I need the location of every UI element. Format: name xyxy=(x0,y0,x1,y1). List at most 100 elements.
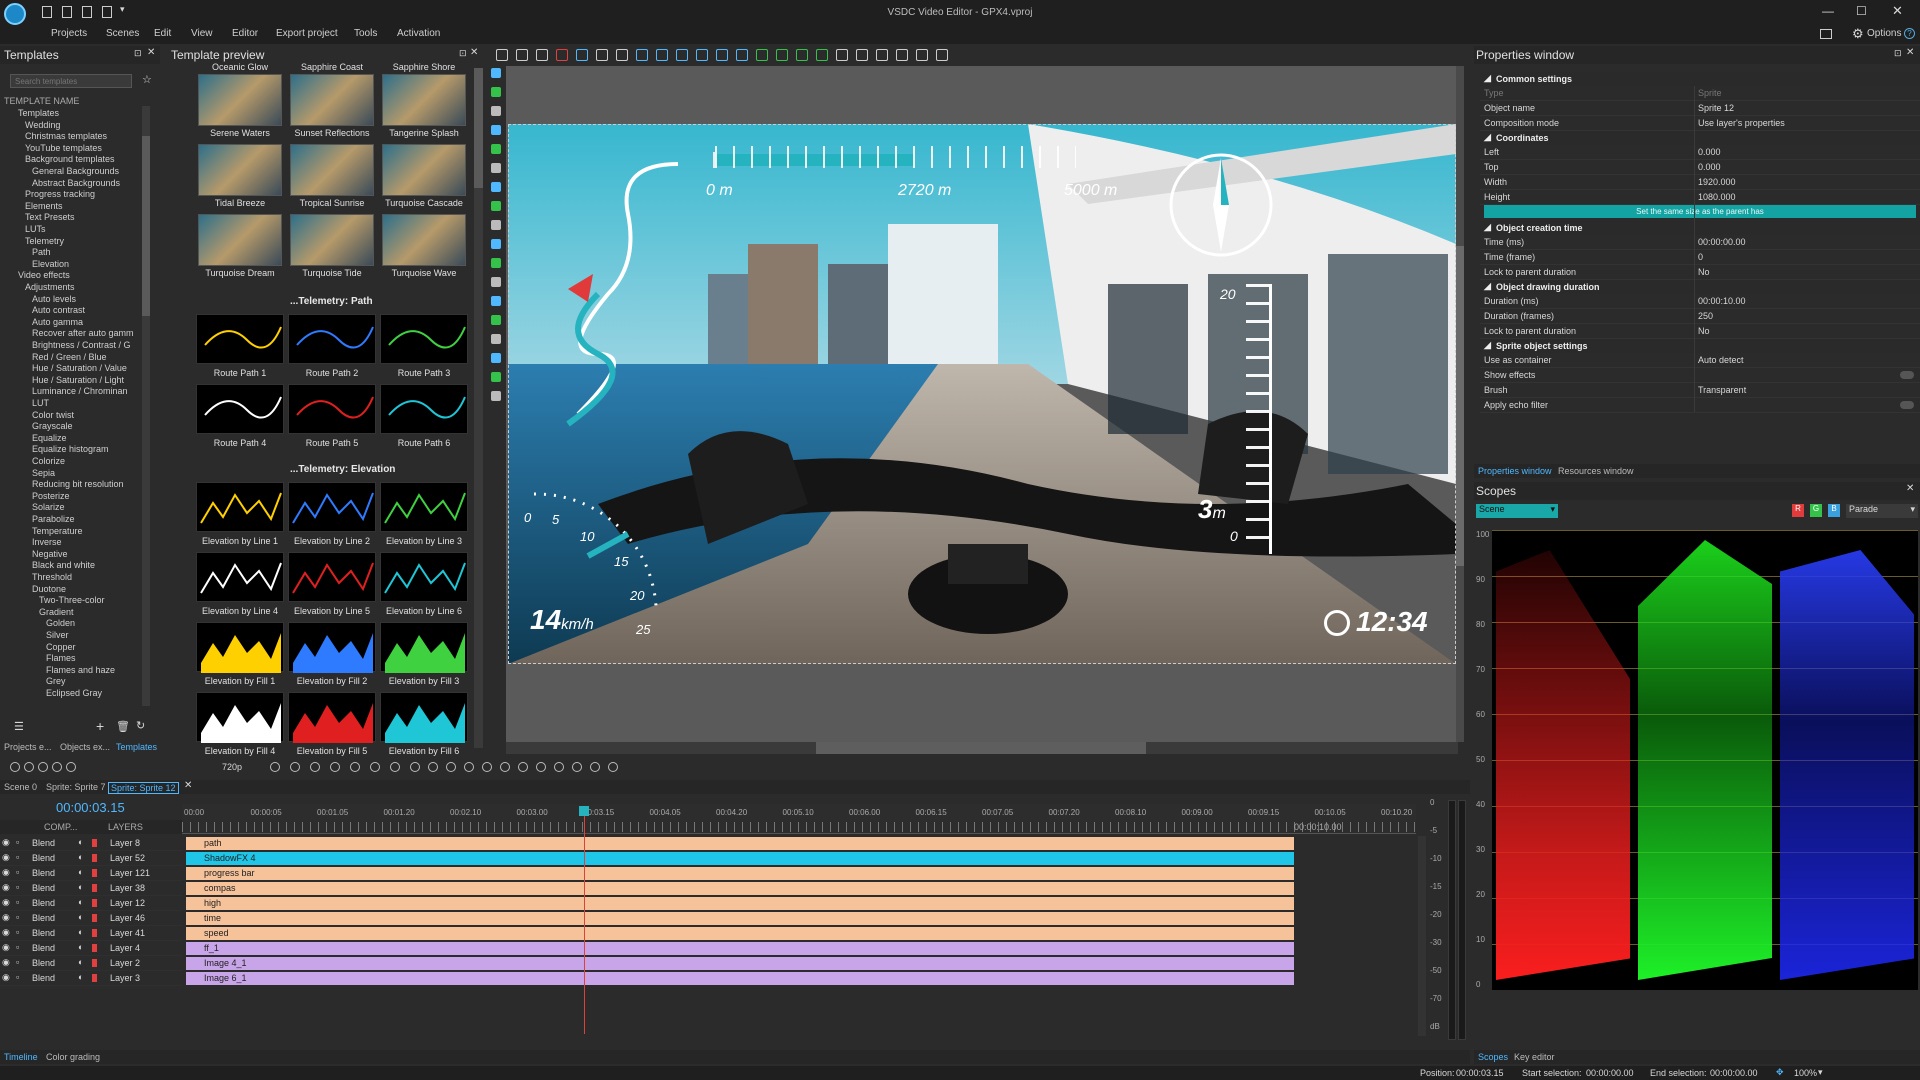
tree-item[interactable]: Recover after auto gamm xyxy=(32,328,134,338)
property-row[interactable]: Type Sprite xyxy=(1480,86,1920,101)
tree-item[interactable]: Progress tracking xyxy=(25,189,95,199)
template-thumbnail[interactable] xyxy=(198,144,282,196)
cut-clip-icon[interactable] xyxy=(536,762,546,772)
crop-icon[interactable] xyxy=(576,49,588,61)
eye-icon[interactable]: ◉ xyxy=(2,852,10,863)
menu-editor[interactable]: Editor xyxy=(232,28,258,39)
polygon-icon[interactable] xyxy=(491,163,501,173)
lock-icon[interactable]: ▫ xyxy=(16,897,19,907)
line-icon[interactable] xyxy=(491,125,501,135)
snapshot-icon[interactable] xyxy=(52,762,62,772)
undo-icon[interactable] xyxy=(596,49,608,61)
timeline-clip[interactable]: Image 4_1 xyxy=(186,957,1294,970)
elevation-thumbnail[interactable] xyxy=(288,622,376,673)
timeline-clip[interactable]: speed xyxy=(186,927,1294,940)
ungroup-icon[interactable] xyxy=(856,49,868,61)
stop-icon[interactable] xyxy=(24,762,34,772)
go-start-icon[interactable] xyxy=(428,762,438,772)
move-up-icon[interactable] xyxy=(756,49,768,61)
timeline-clip[interactable]: compas xyxy=(186,882,1294,895)
property-value[interactable]: Auto detect xyxy=(1698,355,1744,365)
timeline-scroll-v[interactable] xyxy=(1418,836,1426,1036)
lock-icon[interactable]: ▫ xyxy=(16,927,19,937)
tree-item[interactable]: Background templates xyxy=(25,154,115,164)
tree-item[interactable]: Colorize xyxy=(32,456,65,466)
lock-icon[interactable]: ▫ xyxy=(16,942,19,952)
layer-visibility-icon[interactable]: ◐ xyxy=(78,942,83,952)
eye-icon[interactable]: ◉ xyxy=(2,837,10,848)
tree-item[interactable]: Golden xyxy=(46,618,75,628)
tree-item[interactable]: Abstract Backgrounds xyxy=(32,178,120,188)
layer-row[interactable]: ◉ ▫ Blend ◐ Layer 41 xyxy=(0,926,182,941)
tab-properties-window[interactable]: Properties window xyxy=(1478,466,1552,476)
collapse-icon[interactable]: ◢ xyxy=(1484,281,1491,292)
maximize-button[interactable]: ☐ xyxy=(1856,4,1867,18)
add-icon[interactable]: + xyxy=(96,718,104,734)
tree-item[interactable]: Black and white xyxy=(32,560,95,570)
tab-key-editor[interactable]: Key editor xyxy=(1514,1052,1555,1062)
property-row[interactable]: Lock to parent duration No xyxy=(1480,265,1920,280)
sprite-icon[interactable] xyxy=(491,277,501,287)
tree-item[interactable]: Hue / Saturation / Light xyxy=(32,375,124,385)
menu-view[interactable]: View xyxy=(191,28,213,39)
lock-icon[interactable]: ▫ xyxy=(16,882,19,892)
layer-row[interactable]: ◉ ▫ Blend ◐ Layer 3 xyxy=(0,971,182,986)
timeline-clip[interactable]: progress bar xyxy=(186,867,1294,880)
lock-icon[interactable]: ▫ xyxy=(16,867,19,877)
tree-item[interactable]: Adjustments xyxy=(25,282,75,292)
green-channel-toggle[interactable]: G xyxy=(1810,504,1822,517)
search-templates-input[interactable] xyxy=(10,74,132,88)
loop-icon[interactable] xyxy=(330,762,340,772)
lock-icon[interactable]: ▫ xyxy=(16,852,19,862)
tree-item[interactable]: Reducing bit resolution xyxy=(32,479,124,489)
tree-item[interactable]: Temperature xyxy=(32,526,83,536)
layer-visibility-icon[interactable]: ◐ xyxy=(78,867,83,877)
zoom-dropdown-icon[interactable]: ▾ xyxy=(1818,1067,1823,1078)
tab-scopes[interactable]: Scopes xyxy=(1478,1052,1508,1062)
settings-playback-icon[interactable] xyxy=(390,762,400,772)
tree-item[interactable]: Inverse xyxy=(32,537,62,547)
elevation-thumbnail[interactable] xyxy=(288,692,376,743)
close-tab-icon[interactable]: ✕ xyxy=(184,780,192,791)
options-button[interactable]: Options xyxy=(1867,28,1901,39)
tab-templates[interactable]: Templates xyxy=(116,742,157,752)
tree-item[interactable]: Equalize histogram xyxy=(32,444,109,454)
property-value[interactable]: 1080.000 xyxy=(1698,192,1736,202)
layer-visibility-icon[interactable]: ◐ xyxy=(78,957,83,967)
layer-color-icon[interactable] xyxy=(92,884,97,892)
blend-mode[interactable]: Blend xyxy=(32,973,55,983)
template-thumbnail[interactable] xyxy=(198,74,282,126)
template-thumbnail[interactable] xyxy=(382,144,466,196)
image-icon[interactable] xyxy=(491,201,501,211)
property-value[interactable]: 1920.000 xyxy=(1698,177,1736,187)
tree-item[interactable]: LUTs xyxy=(25,224,46,234)
next-frame-icon[interactable] xyxy=(482,762,492,772)
tree-item[interactable]: Threshold xyxy=(32,572,72,582)
close-icon[interactable]: ✕ xyxy=(1906,483,1914,494)
route-path-thumbnail[interactable] xyxy=(288,314,376,364)
property-row[interactable]: Left 0.000 xyxy=(1480,145,1920,160)
property-value[interactable]: Sprite xyxy=(1698,88,1722,98)
align-top-icon[interactable] xyxy=(696,49,708,61)
menu-projects[interactable]: Projects xyxy=(51,28,87,39)
layer-row[interactable]: ◉ ▫ Blend ◐ Layer 38 xyxy=(0,881,182,896)
layer-color-icon[interactable] xyxy=(92,899,97,907)
scope-source-select[interactable]: Scene ▾ xyxy=(1476,504,1558,518)
delete-icon[interactable]: 🗑 xyxy=(116,720,130,733)
property-value[interactable]: 00:00:10.00 xyxy=(1698,296,1746,306)
tree-item[interactable]: LUT xyxy=(32,398,49,408)
grid-icon[interactable] xyxy=(896,49,908,61)
video-icon[interactable] xyxy=(491,220,501,230)
timeline-clip[interactable]: high xyxy=(186,897,1294,910)
elevation-thumbnail[interactable] xyxy=(380,692,468,743)
blend-mode[interactable]: Blend xyxy=(32,838,55,848)
tree-item[interactable]: General Backgrounds xyxy=(32,166,119,176)
pointer-icon[interactable] xyxy=(491,68,501,78)
eye-icon[interactable]: ◉ xyxy=(2,912,10,923)
tree-item[interactable]: Duotone xyxy=(32,584,66,594)
redo-icon[interactable] xyxy=(616,49,628,61)
menu-activation[interactable]: Activation xyxy=(397,28,440,39)
chart-icon[interactable] xyxy=(491,258,501,268)
tree-item[interactable]: Two-Three-color xyxy=(39,595,105,605)
timeline-clip[interactable]: ShadowFX 4 xyxy=(186,852,1294,865)
